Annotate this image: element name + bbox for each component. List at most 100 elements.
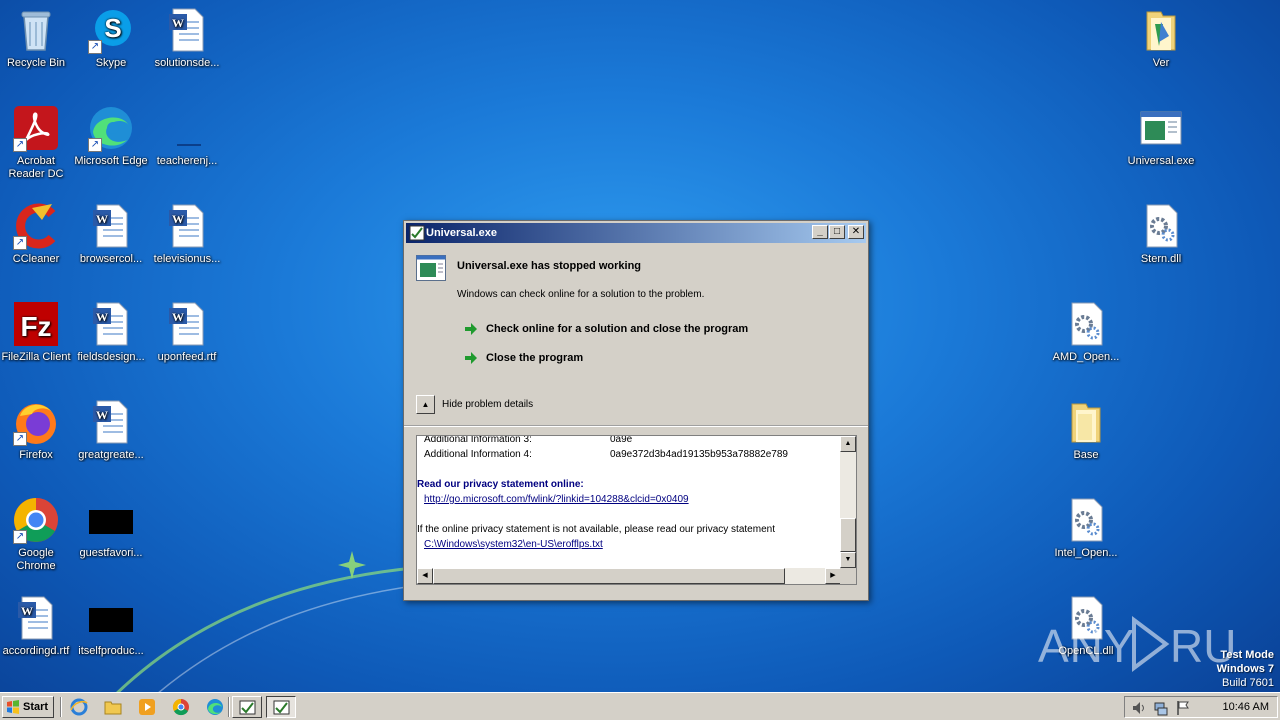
desktop-icon-ver[interactable]: Ver	[1123, 2, 1199, 70]
network-icon[interactable]	[1153, 700, 1169, 716]
action-center-flag-icon[interactable]	[1175, 700, 1191, 716]
info3-label: Additional Information 3:	[424, 436, 532, 445]
taskbar: Start 10:46 AM	[0, 692, 1280, 720]
desktop-icon-uponfeed[interactable]: W uponfeed.rtf	[149, 296, 225, 364]
desktop-icon-intel-open[interactable]: Intel_Open...	[1048, 492, 1124, 560]
ie-icon[interactable]	[70, 698, 88, 716]
desktop-icon-skype[interactable]: S ↗ Skype	[73, 2, 149, 70]
desktop-icon-universal-exe[interactable]: Universal.exe	[1123, 100, 1199, 168]
vertical-scrollbar[interactable]: ▲ ▼	[840, 436, 856, 568]
icon-label: televisionus...	[153, 253, 221, 265]
desktop-icon-televisionus[interactable]: W televisionus...	[149, 198, 225, 266]
maximize-button[interactable]: □	[829, 225, 845, 239]
offline-path-link[interactable]: C:\Windows\system32\en-US\erofflps.txt	[424, 539, 603, 550]
offline-text: If the online privacy statement is not a…	[417, 524, 775, 535]
desktop-icon-solutionsde[interactable]: W solutionsde...	[149, 2, 225, 70]
scroll-up-button[interactable]: ▲	[840, 436, 856, 452]
shortcut-arrow-icon: ↗	[13, 236, 27, 250]
check-online-button[interactable]: Check online for a solution and close th…	[464, 322, 748, 336]
close-program-label: Close the program	[486, 352, 584, 364]
horizontal-scroll-thumb[interactable]	[433, 568, 785, 584]
desktop-icon-firefox[interactable]: ↗ Firefox	[0, 394, 74, 462]
check-online-label: Check online for a solution and close th…	[486, 323, 749, 335]
edge-icon: ↗	[87, 104, 135, 152]
media-player-icon[interactable]	[138, 698, 156, 716]
word-document-icon: W	[87, 202, 135, 250]
app-icon	[409, 225, 425, 241]
icon-label: Skype	[95, 57, 127, 69]
problem-details-text: Additional Information 3: 0a9e Additiona…	[417, 436, 841, 568]
desktop-icon-recycle-bin[interactable]: Recycle Bin	[0, 2, 74, 70]
volume-icon[interactable]	[1131, 700, 1147, 716]
desktop-icon-stern-dll[interactable]: Stern.dll	[1123, 198, 1199, 266]
icon-label: Intel_Open...	[1054, 547, 1118, 559]
desktop-icon-chrome[interactable]: ↗ Google Chrome	[0, 492, 74, 573]
horizontal-scrollbar[interactable]: ◀ ▶	[417, 568, 841, 584]
icon-label: Acrobat Reader DC	[8, 155, 64, 180]
recycle-bin-icon	[12, 6, 60, 54]
icon-label: uponfeed.rtf	[157, 351, 217, 363]
icon-label: browsercol...	[79, 253, 143, 265]
explorer-icon[interactable]	[104, 698, 122, 716]
close-program-button[interactable]: Close the program	[464, 351, 583, 365]
privacy-link[interactable]: http://go.microsoft.com/fwlink/?linkid=1…	[424, 494, 689, 505]
universal-exe-dialog-task-button[interactable]	[266, 696, 296, 718]
clock[interactable]: 10:46 AM	[1223, 701, 1269, 713]
dll-icon	[1062, 300, 1110, 348]
test-mode-watermark: Test Mode Windows 7 Build 7601	[1217, 648, 1274, 690]
dialog-titlebar[interactable]: Universal.exe _ □ ✕	[406, 223, 866, 243]
icon-label: greatgreate...	[78, 449, 144, 461]
desktop-icon-acrobat[interactable]: ↗ Acrobat Reader DC	[0, 100, 74, 181]
info4-value: 0a9e372d3b4ad19135b953a78882e789	[610, 449, 788, 460]
edge-icon[interactable]	[206, 698, 224, 716]
green-arrow-icon	[465, 352, 477, 364]
close-button[interactable]: ✕	[848, 225, 864, 239]
vertical-scroll-thumb[interactable]	[840, 518, 856, 552]
scroll-down-button[interactable]: ▼	[840, 552, 856, 568]
icon-label: AMD_Open...	[1052, 351, 1120, 363]
svg-text:W: W	[96, 212, 108, 226]
minimize-button[interactable]: _	[812, 225, 828, 239]
icon-label: accordingd.rtf	[2, 645, 70, 657]
chrome-icon[interactable]	[172, 698, 190, 716]
problem-details-box[interactable]: Additional Information 3: 0a9e Additiona…	[416, 435, 857, 585]
desktop-icon-filezilla[interactable]: Fz FileZilla Client	[0, 296, 74, 364]
desktop-icon-base[interactable]: Base	[1048, 394, 1124, 462]
desktop-icon-guestfavori[interactable]: guestfavori...	[73, 492, 149, 560]
desktop-icon-accordingd[interactable]: W accordingd.rtf	[0, 590, 74, 658]
chevron-up-icon[interactable]: ▲	[416, 395, 435, 414]
svg-text:W: W	[172, 212, 184, 226]
icon-label: Base	[1073, 449, 1099, 461]
universal-exe-task-button[interactable]	[232, 696, 262, 718]
desktop-icon-greatgreate[interactable]: W greatgreate...	[73, 394, 149, 462]
svg-text:W: W	[172, 16, 184, 30]
taskbar-separator	[60, 697, 62, 717]
desktop-icon-amd-open[interactable]: AMD_Open...	[1048, 296, 1124, 364]
desktop-icon-fieldsdesign[interactable]: W fieldsdesign...	[73, 296, 149, 364]
scroll-left-button[interactable]: ◀	[417, 568, 433, 584]
dialog-heading: Universal.exe has stopped working	[457, 260, 642, 272]
system-tray: 10:46 AM	[1124, 696, 1278, 718]
icon-label: CCleaner	[12, 253, 60, 265]
dll-icon	[1062, 496, 1110, 544]
watermark-line1: Test Mode	[1220, 649, 1274, 661]
start-button[interactable]: Start	[2, 696, 54, 718]
info4-label: Additional Information 4:	[424, 449, 532, 460]
chrome-icon: ↗	[12, 496, 60, 544]
desktop-icon-edge[interactable]: ↗ Microsoft Edge	[73, 100, 149, 168]
desktop-icon-browsercol[interactable]: W browsercol...	[73, 198, 149, 266]
desktop-icon-teacherenj[interactable]: teacherenj...	[149, 100, 225, 168]
scroll-right-button[interactable]: ▶	[825, 568, 841, 584]
word-document-icon: W	[163, 202, 211, 250]
word-document-icon: W	[163, 300, 211, 348]
shortcut-arrow-icon: ↗	[88, 40, 102, 54]
desktop-icon-itselfproduc[interactable]: itselfproduc...	[73, 590, 149, 658]
scrollbar-corner	[840, 568, 856, 584]
word-document-icon: W	[87, 398, 135, 446]
word-document-icon: W	[163, 6, 211, 54]
icon-label: FileZilla Client	[1, 351, 71, 363]
dialog-body: Universal.exe has stopped working Window…	[404, 243, 868, 600]
hide-details-toggle[interactable]: ▲ Hide problem details	[416, 395, 533, 414]
desktop-icon-ccleaner[interactable]: ↗ CCleaner	[0, 198, 74, 266]
icon-label: fieldsdesign...	[77, 351, 145, 363]
